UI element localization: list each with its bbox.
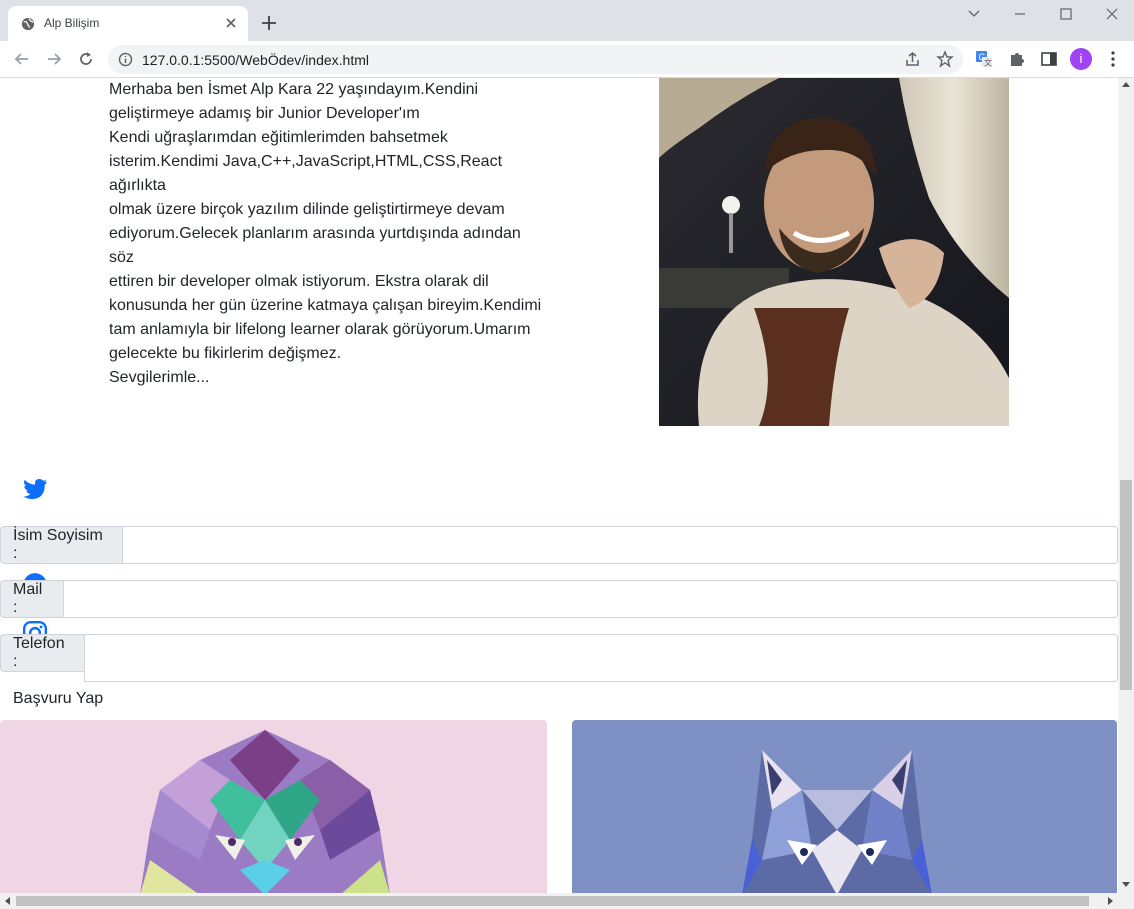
maximize-icon[interactable] — [1058, 6, 1074, 22]
browser-toolbar: 127.0.0.1:5500/WebÖdev/index.html G 文 i — [0, 41, 1134, 78]
vertical-scrollbar[interactable] — [1118, 78, 1134, 893]
lion-card-image — [0, 720, 547, 893]
reload-icon[interactable] — [77, 50, 95, 68]
close-tab-icon[interactable] — [224, 16, 238, 30]
browser-tab-strip: Alp Bilişim — [0, 0, 1134, 41]
name-input-group: İsim Soyisim : — [0, 526, 1118, 564]
about-line: ediyorum.Gelecek planlarım arasında yurt… — [109, 225, 521, 266]
phone-input-group: Telefon : — [0, 634, 1118, 682]
name-label: İsim Soyisim : — [0, 526, 123, 564]
wolf-card-image — [572, 720, 1117, 893]
browser-tab[interactable]: Alp Bilişim — [8, 6, 248, 41]
name-input[interactable] — [122, 526, 1118, 564]
extensions-puzzle-icon[interactable] — [1008, 50, 1026, 68]
mail-input[interactable] — [63, 580, 1118, 618]
share-icon[interactable] — [904, 51, 921, 68]
scroll-up-icon[interactable] — [1122, 82, 1130, 87]
address-bar[interactable]: 127.0.0.1:5500/WebÖdev/index.html — [108, 45, 963, 74]
bookmark-star-icon[interactable] — [936, 50, 954, 68]
profile-photo — [659, 78, 1009, 426]
tab-search-icon[interactable] — [966, 6, 982, 22]
mail-input-group: Mail : — [0, 580, 1118, 618]
url-text[interactable]: 127.0.0.1:5500/WebÖdev/index.html — [142, 52, 369, 68]
vertical-scroll-thumb[interactable] — [1120, 480, 1132, 690]
about-line: ettiren bir developer olmak istiyorum. E… — [109, 273, 489, 290]
page-viewport: Merhaba ben İsmet Alp Kara 22 yaşındayım… — [0, 78, 1118, 893]
minimize-icon[interactable] — [1012, 6, 1028, 22]
about-line: isterim.Kendimi Java,C++,JavaScript,HTML… — [109, 153, 503, 194]
about-line: Sevgilerimle... — [109, 369, 210, 386]
scroll-down-icon[interactable] — [1122, 882, 1130, 887]
about-line: Merhaba ben İsmet Alp Kara 22 yaşındayım… — [109, 81, 479, 98]
svg-text:文: 文 — [984, 58, 992, 68]
site-info-icon[interactable] — [118, 52, 133, 67]
new-tab-icon[interactable] — [260, 14, 278, 32]
about-text: Merhaba ben İsmet Alp Kara 22 yaşındayım… — [109, 78, 549, 390]
forward-icon[interactable] — [45, 50, 63, 68]
side-panel-icon[interactable] — [1040, 50, 1058, 68]
about-line: tam anlamıyla bir lifelong learner olara… — [109, 321, 531, 338]
horizontal-scrollbar[interactable] — [0, 893, 1134, 909]
about-line: gelecekte bu fikirlerim değişmez. — [109, 345, 342, 362]
phone-label: Telefon : — [0, 634, 85, 672]
about-line: geliştirmeye adamış bir Junior Developer… — [109, 105, 420, 122]
mail-label: Mail : — [0, 580, 64, 618]
phone-input[interactable] — [84, 634, 1118, 682]
about-line: Kendi uğraşlarımdan eğitimlerimden bahse… — [109, 129, 448, 146]
scroll-right-icon[interactable] — [1108, 897, 1113, 905]
back-icon[interactable] — [13, 50, 31, 68]
horizontal-scroll-thumb[interactable] — [16, 896, 1089, 906]
submit-button[interactable]: Başvuru Yap — [13, 690, 103, 708]
about-line: konusunda her gün üzerine katmaya çalışa… — [109, 297, 542, 314]
twitter-icon[interactable] — [22, 476, 48, 502]
translate-icon[interactable]: G 文 — [975, 50, 993, 68]
about-line: olmak üzere birçok yazılım dilinde geliş… — [109, 201, 505, 218]
scroll-left-icon[interactable] — [5, 897, 10, 905]
tab-title: Alp Bilişim — [44, 16, 100, 30]
browser-menu-icon[interactable] — [1106, 50, 1120, 68]
close-window-icon[interactable] — [1104, 6, 1120, 22]
globe-icon — [21, 17, 35, 31]
profile-avatar[interactable]: i — [1070, 48, 1092, 70]
